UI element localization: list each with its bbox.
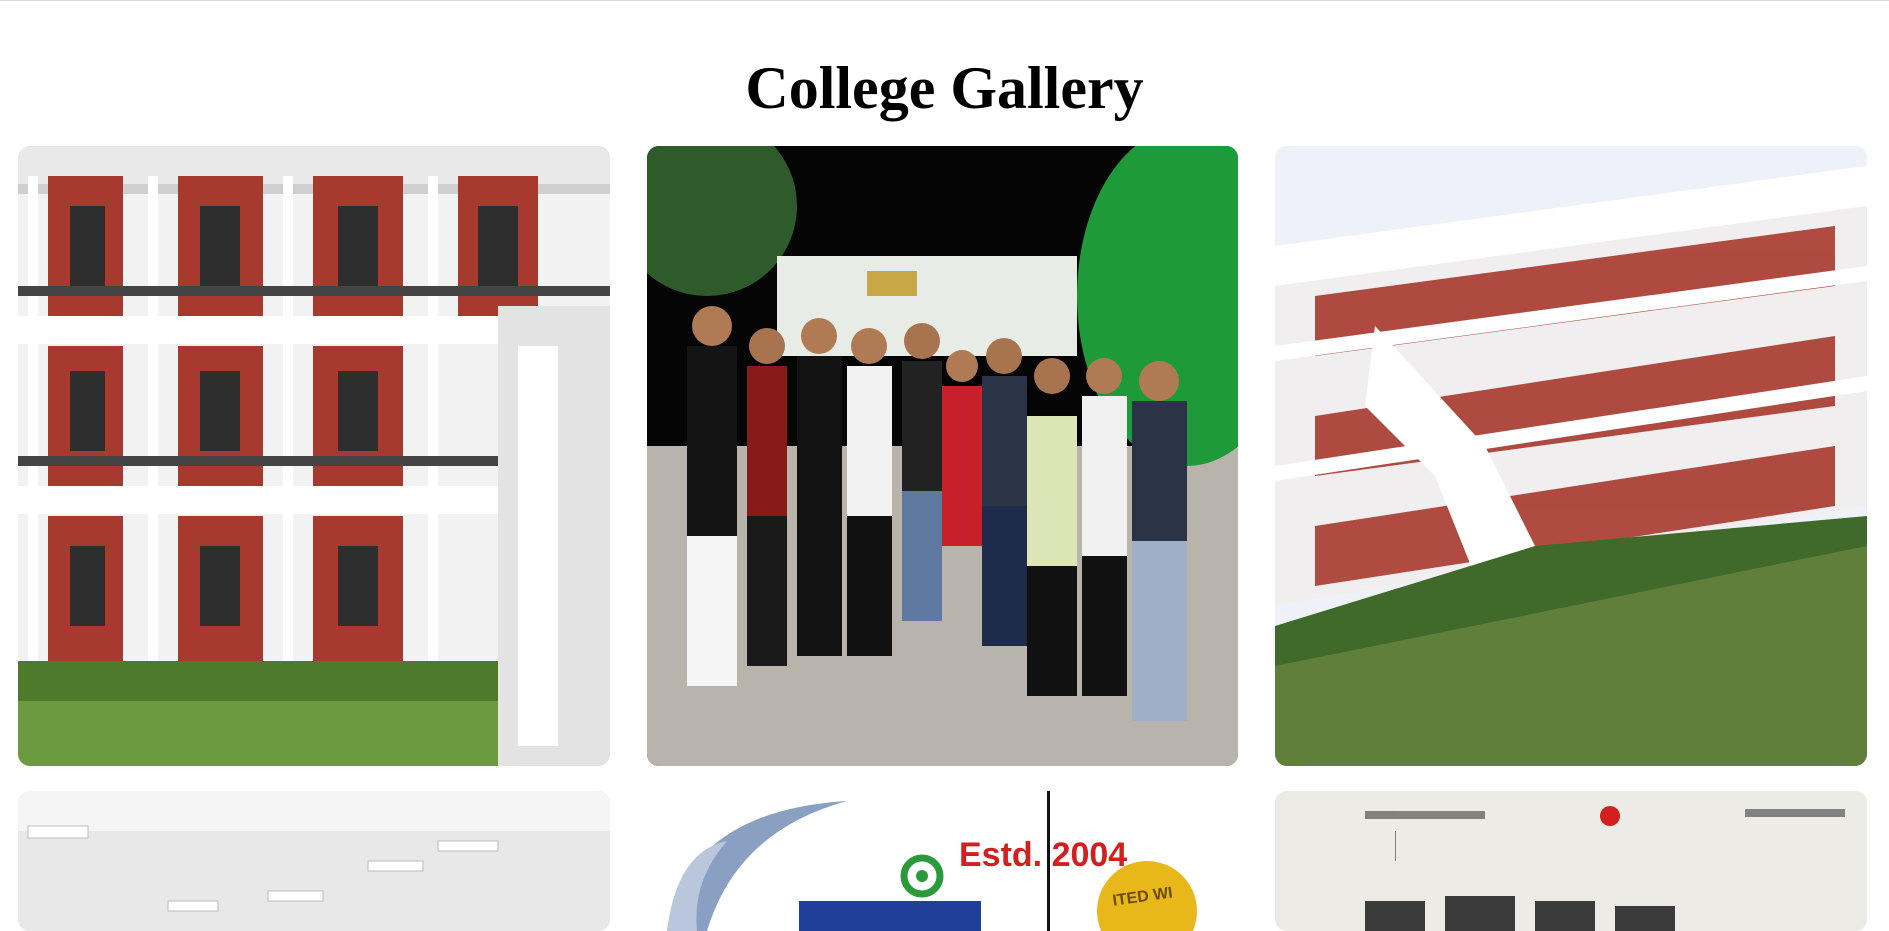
- building-photo: [18, 146, 610, 766]
- lab-interior-photo: [1275, 791, 1867, 931]
- gallery-image-students[interactable]: [647, 146, 1238, 766]
- college-logo-image: Estd. 2004 ITED WI: [647, 791, 1238, 931]
- students-photo: [647, 146, 1238, 766]
- gallery-image-campus-lawn[interactable]: [1275, 146, 1867, 766]
- logo-estd-text: Estd. 2004: [959, 836, 1127, 874]
- gallery-image-logo[interactable]: Estd. 2004 ITED WI: [647, 791, 1238, 931]
- gallery-image-lab[interactable]: [1275, 791, 1867, 931]
- page-title: College Gallery: [745, 55, 1144, 121]
- campus-lawn-photo: [1275, 146, 1867, 766]
- gallery-image-hall[interactable]: [18, 791, 610, 931]
- hall-interior-photo: [18, 791, 610, 931]
- gallery-image-building[interactable]: [18, 146, 610, 766]
